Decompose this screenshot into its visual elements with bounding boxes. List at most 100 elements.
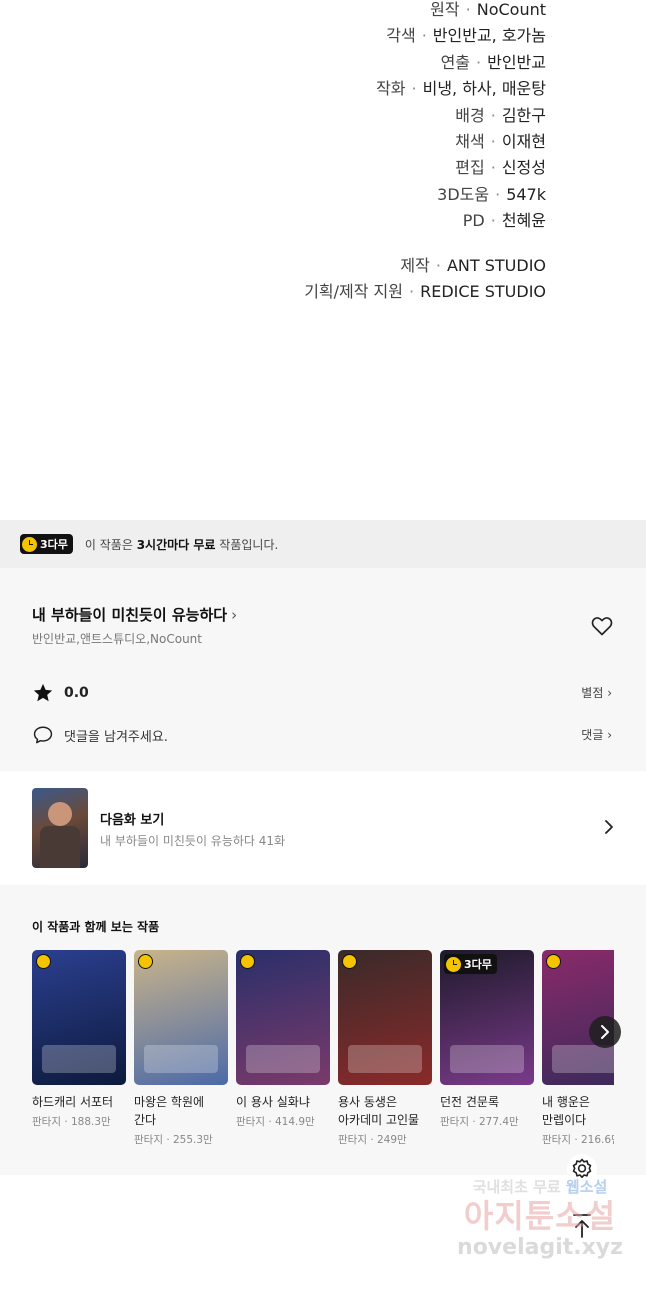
- clock-icon: [138, 954, 153, 969]
- credit-separator: ·: [490, 211, 496, 231]
- credit-value: 비냉, 하사, 매운탕: [422, 79, 546, 99]
- credit-role: 각색: [386, 26, 416, 46]
- recommendation-meta: 판타지 · 255.3만: [134, 1134, 213, 1146]
- credits: 원작 · NoCount 각색 · 반인반교, 호가놈 연출 · 반인반교 작화 · 비냉, 하사, …: [146, 0, 546, 308]
- carousel-next-button[interactable]: [589, 1016, 621, 1048]
- credit-line: 기획/제작 지원 · REDICE STUDIO: [146, 282, 546, 308]
- credit-value: 신정성: [501, 158, 546, 178]
- credit-separator: ·: [490, 158, 496, 178]
- recommendation-card[interactable]: 3다무던전 견문록판타지 · 277.4만: [440, 950, 534, 1129]
- credit-role: 연출: [440, 52, 471, 72]
- credit-role: 제작: [400, 255, 430, 275]
- credit-value: 반인반교: [487, 52, 546, 72]
- comments-button[interactable]: 댓글 ›: [581, 726, 612, 743]
- credit-value: ANT STUDIO: [446, 255, 546, 275]
- free-banner: 3다무 이 작품은 3시간마다 무료 작품입니다.: [0, 520, 646, 568]
- credit-value: 천혜윤: [501, 211, 546, 231]
- credit-role: 원작: [430, 0, 460, 19]
- watermark-line1-gray: 국내최초 무료: [472, 1178, 566, 1196]
- credit-separator: ·: [476, 52, 482, 72]
- free-text-pre: 이 작품은: [84, 537, 137, 552]
- clock-icon: [240, 954, 255, 969]
- chevron-right-icon: [601, 1025, 609, 1039]
- credit-value: 김한구: [501, 105, 546, 125]
- recommendation-card[interactable]: 마왕은 학원에 간다판타지 · 255.3만: [134, 950, 228, 1147]
- watermark-line3: novelagit.xyz: [457, 1235, 623, 1260]
- free-badge-label: 3다무: [464, 958, 492, 971]
- recommendation-card[interactable]: 내 행운은 만렙이다판타지 · 216.6만: [542, 950, 614, 1147]
- next-episode-subtitle: 내 부하들이 미친듯이 유능하다 41화: [100, 834, 286, 848]
- clock-icon: [446, 956, 461, 972]
- credit-value: REDICE STUDIO: [420, 281, 546, 301]
- heart-icon[interactable]: [590, 614, 614, 638]
- recommendation-meta: 판타지 · 216.6만: [542, 1134, 614, 1146]
- free-banner-text: 이 작품은 3시간마다 무료 작품입니다.: [85, 536, 278, 553]
- credit-separator: ·: [409, 281, 415, 301]
- recommendation-title[interactable]: 던전 견문록: [440, 1093, 534, 1111]
- recommendation-title[interactable]: 내 행운은 만렙이다: [542, 1093, 614, 1129]
- recommendation-meta: 판타지 · 188.3만: [32, 1116, 111, 1128]
- recommendation-cover[interactable]: [338, 950, 432, 1085]
- watermark: 국내최초 무료 웹소설 아지툰소설 novelagit.xyz: [440, 1176, 640, 1260]
- credit-line: 배경 · 김한구: [146, 106, 546, 132]
- clock-icon: [36, 954, 51, 969]
- credit-role: 채색: [455, 131, 485, 151]
- free-badge: 3다무: [20, 534, 73, 554]
- credit-line: 제작 · ANT STUDIO: [146, 256, 546, 282]
- comment-prompt[interactable]: 댓글을 남겨주세요.: [64, 726, 168, 745]
- recommendation-meta: 판타지 · 249만: [338, 1134, 407, 1146]
- work-authors: 반인반교,앤트스튜디오,NoCount: [32, 632, 202, 646]
- free-badge-label: 3다무: [40, 538, 68, 551]
- watermark-line1-blue: 웹소설: [565, 1178, 608, 1196]
- credit-role: 작화: [376, 79, 406, 99]
- recommendation-title[interactable]: 이 용사 실화냐: [236, 1093, 330, 1111]
- recommendation-card[interactable]: 이 용사 실화냐 판타지 · 414.9만: [236, 950, 330, 1129]
- clock-icon: [546, 954, 561, 969]
- work-title[interactable]: 내 부하들이 미친듯이 유능하다: [32, 606, 227, 624]
- credit-role: 배경: [455, 105, 485, 125]
- recommendation-cover[interactable]: 3다무: [440, 950, 534, 1085]
- recommendation-title[interactable]: 하드캐리 서포터: [32, 1093, 126, 1111]
- credit-line: 편집 · 신정성: [146, 158, 546, 184]
- recommendation-card[interactable]: 하드캐리 서포터판타지 · 188.3만: [32, 950, 126, 1129]
- credit-value: 반인반교, 호가놈: [432, 26, 546, 46]
- next-episode-label[interactable]: 다음화 보기: [100, 809, 164, 828]
- credit-role: 편집: [455, 158, 485, 178]
- credit-separator: ·: [490, 105, 496, 125]
- credit-line: 3D도움 · 547k: [146, 185, 546, 211]
- chevron-right-icon[interactable]: [602, 819, 616, 835]
- credit-separator: ·: [490, 131, 496, 151]
- work-title-link[interactable]: 내 부하들이 미친듯이 유능하다 ›: [32, 604, 237, 625]
- clock-icon: [22, 536, 37, 552]
- rating-row: 0.0: [32, 682, 89, 704]
- recommendation-cover[interactable]: [134, 950, 228, 1085]
- rating-value: 0.0: [64, 685, 89, 701]
- credit-line: 각색 · 반인반교, 호가놈: [146, 26, 546, 52]
- comment-icon: [33, 726, 53, 744]
- credit-line: 채색 · 이재현: [146, 132, 546, 158]
- recommendation-cover[interactable]: [32, 950, 126, 1085]
- credit-line: 연출 · 반인반교: [146, 53, 546, 79]
- recommendation-title[interactable]: 마왕은 학원에 간다: [134, 1093, 228, 1129]
- credit-value: 547k: [506, 184, 546, 204]
- recommendation-cover[interactable]: [236, 950, 330, 1085]
- recommendation-meta: 판타지 · 277.4만: [440, 1116, 519, 1128]
- credit-line: 원작 · NoCount: [146, 0, 546, 26]
- credit-value: 이재현: [501, 131, 546, 151]
- credit-line: 작화 · 비냉, 하사, 매운탕: [146, 79, 546, 105]
- free-text-post: 작품입니다.: [215, 537, 279, 552]
- credit-line: PD · 천혜윤: [146, 211, 546, 237]
- recommendations-heading: 이 작품과 함께 보는 작품: [32, 920, 160, 934]
- recommendations-list: 하드캐리 서포터 판타지 · 188.3만 마왕은 학원에 간다 판타지 · 255.…: [32, 950, 614, 1175]
- recommendations-section: 이 작품과 함께 보는 작품 하드캐리 서포터 판타지 · 188.3만 마왕은 학…: [0, 885, 646, 1175]
- recommendation-card[interactable]: 용사 동생은 아카데미 고인물판타지 · 249만: [338, 950, 432, 1147]
- watermark-line2: 아지툰소설: [463, 1197, 617, 1235]
- recommendation-title[interactable]: 용사 동생은 아카데미 고인물: [338, 1093, 432, 1129]
- rate-button[interactable]: 별점 ›: [581, 684, 612, 701]
- credit-separator: ·: [435, 255, 441, 275]
- next-episode-card[interactable]: 다음화 보기 내 부하들이 미친듯이 유능하다 41화: [0, 771, 646, 885]
- clock-icon: [342, 954, 357, 969]
- chevron-right-icon: ›: [231, 606, 238, 624]
- credit-separator: ·: [411, 79, 417, 99]
- comment-prompt-row[interactable]: 댓글을 남겨주세요.: [32, 724, 168, 746]
